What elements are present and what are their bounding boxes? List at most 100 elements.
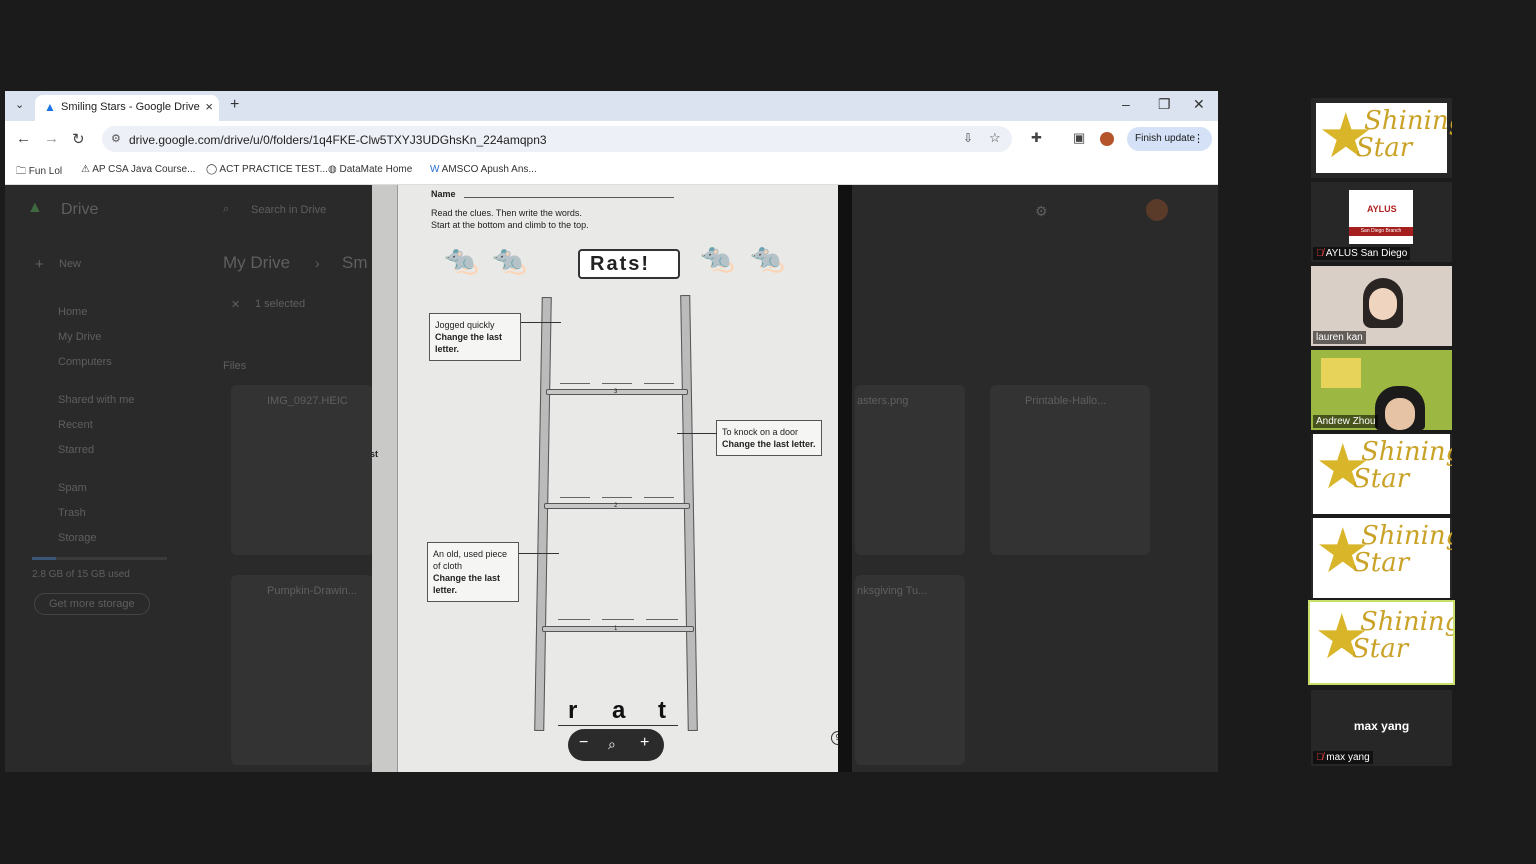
reload-icon[interactable]: ↻ (72, 130, 85, 148)
participant-tile-max[interactable]: max yang 🎙̸ max yang (1311, 690, 1452, 766)
ladder-right-rail (680, 294, 698, 732)
breadcrumb-root[interactable]: My Drive (223, 253, 290, 273)
bookmark-datamate[interactable]: ◍ DataMate Home (328, 164, 412, 175)
account-avatar[interactable] (1146, 199, 1168, 221)
bookmark-act[interactable]: ◯ ACT PRACTICE TEST... (206, 164, 328, 175)
file-name: Pumpkin-Drawin... (267, 585, 357, 597)
instructions-line2: Start at the bottom and climb to the top… (431, 220, 589, 230)
answer-blank (602, 383, 632, 384)
file-card-printable[interactable]: Printable-Hallo... (990, 385, 1150, 555)
finish-update-label: Finish update (1135, 133, 1196, 144)
rung-number: 2 (614, 503, 618, 509)
selected-count: 1 selected (255, 298, 306, 310)
breadcrumb-current[interactable]: Sm (342, 253, 368, 273)
get-storage-button[interactable]: Get more storage (34, 593, 150, 615)
tab-search-icon[interactable]: ⌄ (15, 98, 24, 111)
close-window-icon[interactable]: ✕ (1193, 96, 1205, 113)
menu-dots-icon[interactable]: ⋮ (1193, 132, 1204, 145)
site-info-icon[interactable]: ⚙ (111, 132, 121, 145)
ladder-rung (542, 626, 694, 632)
restore-icon[interactable]: ❐ (1158, 96, 1171, 113)
nav-storage[interactable]: Storage (58, 532, 97, 544)
file-card-thanksgiving[interactable]: nksgiving Tu... (855, 575, 965, 765)
participant-tile-active-speaker[interactable]: ★ Shining Star (1308, 600, 1455, 685)
file-card-pumpkin[interactable]: Pumpkin-Drawin... (231, 575, 373, 765)
settings-icon[interactable]: ⚙ (1035, 203, 1048, 220)
nav-trash[interactable]: Trash (58, 507, 86, 519)
search-input[interactable]: Search in Drive (251, 204, 326, 216)
profile-avatar[interactable] (1100, 132, 1114, 146)
participant-tile-shining-star[interactable]: ★ Shining Star (1311, 518, 1452, 598)
side-panel-icon[interactable]: ▣ (1073, 130, 1085, 146)
tab-strip: ⌄ ▲ Smiling Stars - Google Drive × + – ❐… (5, 91, 1218, 121)
participant-name-center: max yang (1353, 719, 1410, 733)
participant-tile-andrew[interactable]: Andrew Zhou (1311, 350, 1452, 430)
answer-blank (644, 383, 674, 384)
browser-tab[interactable]: ▲ Smiling Stars - Google Drive × (35, 95, 219, 121)
clear-selection-icon[interactable]: ✕ (231, 298, 240, 311)
url-text: drive.google.com/drive/u/0/folders/1q4FK… (129, 133, 547, 147)
bookmark-amsco[interactable]: W AMSCO Apush Ans... (430, 164, 537, 175)
rat-illustration-icon: 🐀 (700, 242, 735, 273)
clue-box-bottom: An old, used piece of cloth Change the l… (427, 542, 519, 602)
install-icon[interactable]: ⇩ (963, 131, 973, 145)
file-name: nksgiving Tu... (857, 585, 928, 597)
finish-update-button[interactable]: Finish update ⋮ (1127, 127, 1212, 151)
clue-pointer-line (519, 553, 559, 554)
nav-starred[interactable]: Starred (58, 444, 94, 456)
file-name: IMG_0927.HEIC (267, 395, 348, 407)
nav-home[interactable]: Home (58, 306, 87, 318)
zoom-out-button[interactable]: − (579, 734, 588, 752)
clue-pointer-line (521, 322, 561, 323)
rung-number: 1 (614, 626, 618, 632)
participant-name: Andrew Zhou (1313, 415, 1379, 428)
zoom-controls: − ⌕ + (568, 729, 664, 761)
drive-logo-icon: ▲ (27, 199, 43, 216)
nav-recent[interactable]: Recent (58, 419, 93, 431)
new-tab-icon[interactable]: + (230, 96, 239, 114)
minimize-icon[interactable]: – (1122, 96, 1130, 112)
new-button[interactable]: New (59, 258, 81, 270)
breadcrumb-chevron-icon: › (315, 255, 320, 271)
answer-blank (560, 497, 590, 498)
answer-blank (602, 497, 632, 498)
base-line (558, 725, 678, 726)
drive-logo-text: Drive (61, 201, 99, 218)
file-card-asters[interactable]: asters.png (855, 385, 965, 555)
clue-box-middle: To knock on a door Change the last lette… (716, 420, 822, 456)
extensions-icon[interactable]: ✚ (1031, 130, 1042, 146)
participant-face (1369, 288, 1397, 320)
bookmark-star-icon[interactable]: ☆ (989, 130, 1001, 146)
close-tab-icon[interactable]: × (205, 99, 213, 114)
nav-spam[interactable]: Spam (58, 482, 87, 494)
page-icon: ◯ (206, 164, 220, 175)
participant-tile-shining-star[interactable]: ★ Shining Star (1311, 434, 1452, 514)
muted-mic-icon: 🎙̸ (1316, 248, 1326, 259)
clue-text: To knock on a door (722, 427, 799, 437)
magnifier-icon[interactable]: ⌕ (608, 736, 616, 753)
participant-tile-shining-star[interactable]: ★ Shining Star (1311, 98, 1452, 178)
new-icon: + (35, 256, 44, 273)
clue-instruction: Change the last letter. (722, 439, 816, 449)
bookmark-fun-lol[interactable]: 🗀 Fun Lol (16, 164, 62, 181)
name-label: Name (431, 189, 456, 199)
rat-illustration-icon: 🐀 (750, 242, 785, 273)
forward-icon[interactable]: → (44, 130, 59, 147)
nav-computers[interactable]: Computers (58, 356, 112, 368)
bookmark-ap-csa[interactable]: ⚠ AP CSA Java Course... (81, 164, 195, 175)
files-heading: Files (223, 360, 247, 372)
ladder-left-rail (534, 296, 552, 732)
zoom-in-button[interactable]: + (640, 734, 649, 752)
file-card-img[interactable]: IMG_0927.HEIC (231, 385, 373, 555)
address-bar[interactable]: ⚙ drive.google.com/drive/u/0/folders/1q4… (102, 126, 1012, 152)
rats-banner: Rats! (578, 249, 680, 279)
answer-blank (646, 619, 678, 620)
back-icon[interactable]: ← (16, 130, 31, 147)
participant-tile-lauren[interactable]: lauren kan (1311, 266, 1452, 346)
participant-tile-aylus[interactable]: AYLUS San Diego Branch 🎙̸ AYLUS San Dieg… (1311, 182, 1452, 262)
nav-shared[interactable]: Shared with me (58, 394, 134, 406)
base-letter: t (658, 697, 666, 724)
rat-illustration-icon: 🐀 (492, 244, 527, 275)
nav-my-drive[interactable]: My Drive (58, 331, 101, 343)
rung-number: 3 (614, 389, 618, 395)
